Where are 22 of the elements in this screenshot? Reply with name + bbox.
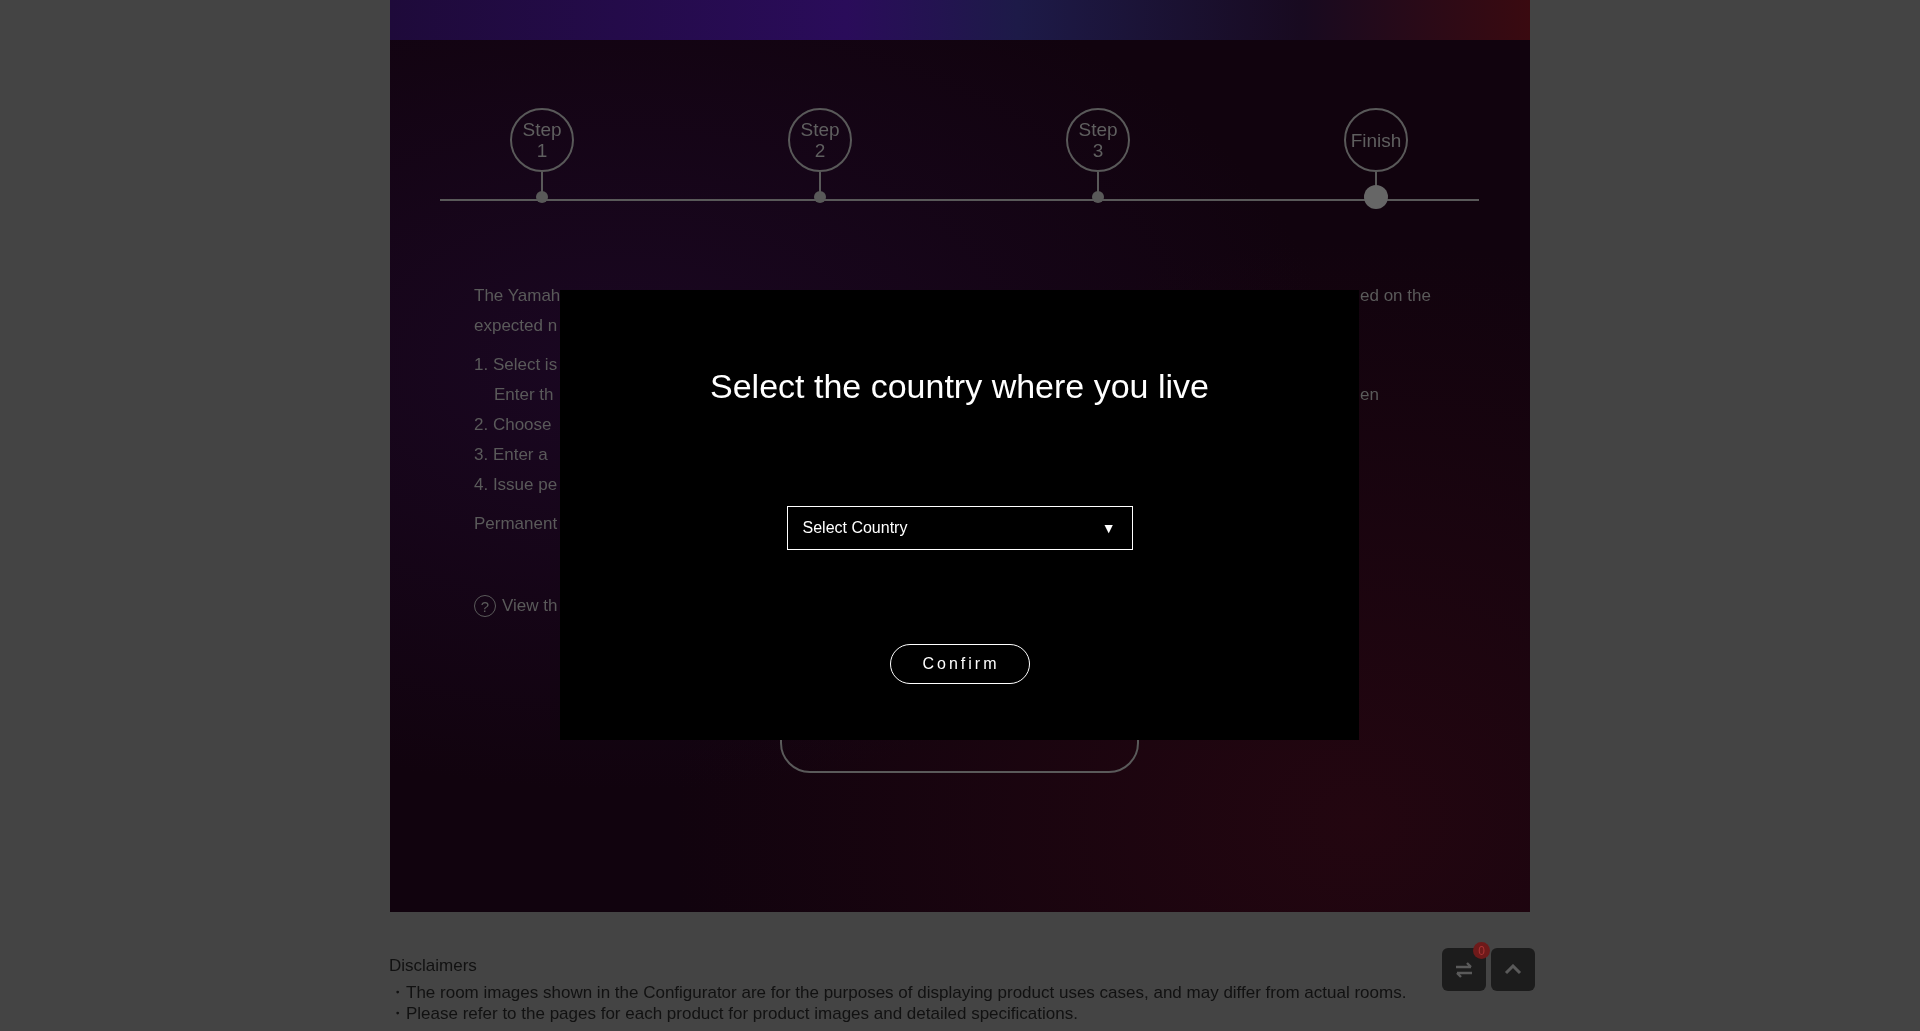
step-circle: Step 3: [1066, 108, 1130, 172]
country-select[interactable]: Select Country ▼: [786, 506, 1133, 550]
confirm-button[interactable]: Confirm: [889, 644, 1030, 684]
scroll-top-button[interactable]: [1491, 948, 1535, 991]
description-text: The Yamah: [474, 286, 560, 306]
description-text: ed on the: [1360, 286, 1432, 306]
instruction-text: 1. Select is: [474, 355, 559, 375]
swap-arrows-icon: [1454, 961, 1474, 978]
dialog-title: Select the country where you live: [710, 366, 1209, 407]
instruction-text: en: [1360, 385, 1380, 405]
step-circle: Finish: [1344, 108, 1408, 172]
count-badge: 0: [1473, 942, 1490, 959]
instruction-text: 3. Enter a: [474, 445, 549, 465]
chevron-up-icon: [1504, 964, 1522, 975]
step-circle: Step 1: [510, 108, 574, 172]
instruction-text: 2. Choose: [474, 415, 553, 435]
instruction-text: Enter th: [493, 385, 555, 405]
instruction-text: 4. Issue pe: [474, 475, 559, 495]
compare-button[interactable]: [1442, 948, 1486, 991]
step-circle: Step 2: [788, 108, 852, 172]
description-text: expected n: [474, 316, 559, 336]
note-text: Permanent: [474, 514, 559, 534]
